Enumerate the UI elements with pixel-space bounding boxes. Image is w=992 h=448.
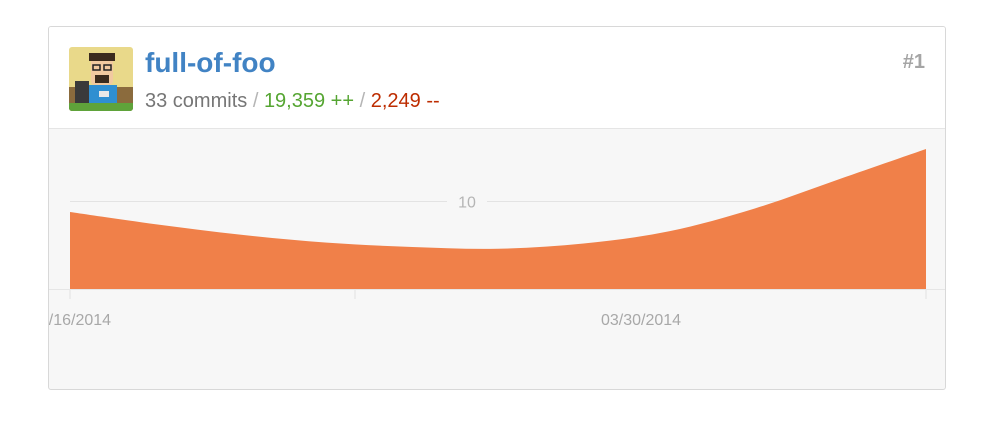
username-link[interactable]: full-of-foo	[145, 45, 276, 81]
area-series	[70, 149, 926, 289]
commits-count[interactable]: 33 commits	[145, 90, 247, 112]
deletions-count: 2,249 --	[370, 90, 440, 112]
additions-count: 19,359 ++	[263, 90, 355, 112]
x-tick-label: 03/30/2014	[601, 312, 681, 329]
avatar-image	[69, 47, 133, 111]
x-tick-label: 03/16/2014	[49, 312, 111, 329]
avatar[interactable]	[69, 47, 133, 111]
card-header: full-of-foo 33 commits / 19,359 ++ / 2,2…	[49, 27, 945, 129]
x-axis	[49, 289, 945, 299]
contributor-card: full-of-foo 33 commits / 19,359 ++ / 2,2…	[48, 26, 946, 390]
separator: /	[252, 90, 259, 112]
contribution-stats: 33 commits / 19,359 ++ / 2,249 --	[145, 88, 440, 114]
contribution-area-chart: 10 03/16/2014 03/30/2014	[49, 149, 945, 329]
tick-labels: 03/16/2014 03/30/2014	[49, 312, 681, 329]
separator: /	[359, 90, 366, 112]
rank-label: #1	[902, 51, 925, 73]
y-tick-label: 10	[458, 195, 476, 212]
